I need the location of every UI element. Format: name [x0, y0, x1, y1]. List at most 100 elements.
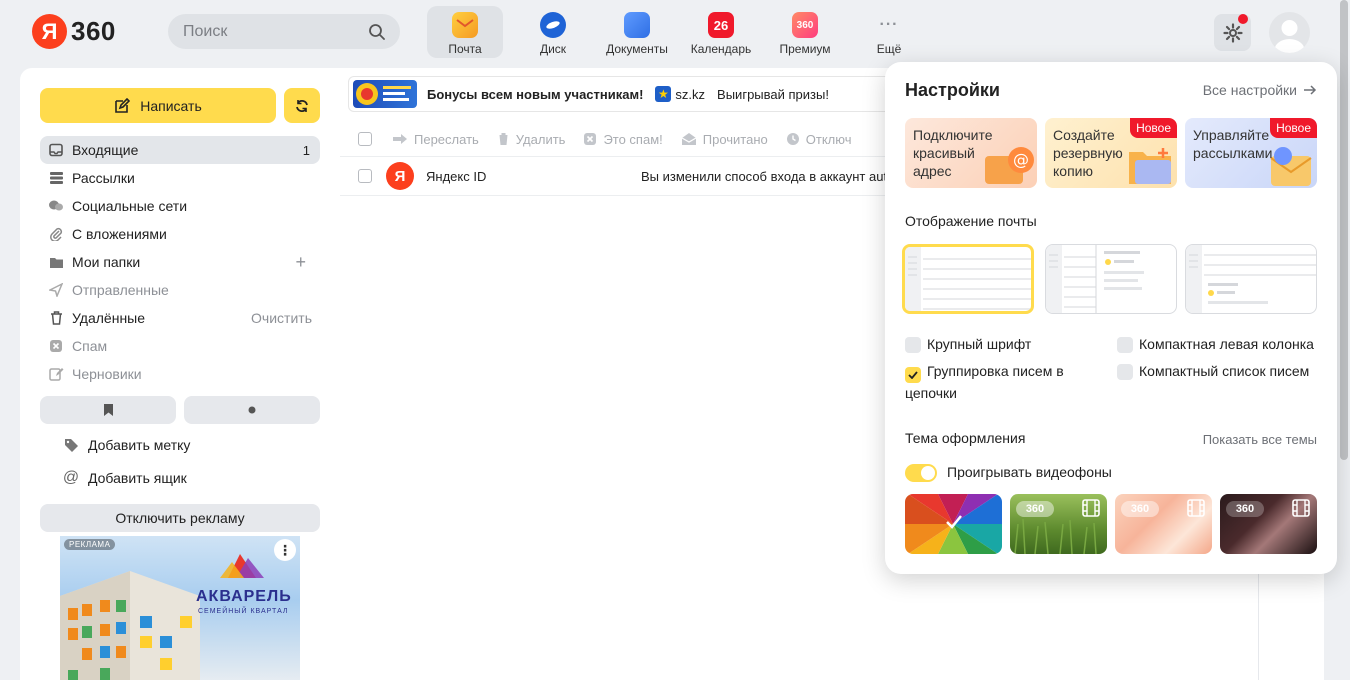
folder-label: Входящие — [72, 142, 139, 158]
display-section-title: Отображение почты — [905, 213, 1037, 229]
svg-text:@: @ — [1013, 150, 1029, 169]
message-checkbox[interactable] — [358, 169, 372, 183]
theme-section-title: Тема оформления — [905, 430, 1026, 446]
disable-button[interactable]: Отключ — [786, 132, 851, 147]
folder-drafts[interactable]: Черновики — [40, 360, 320, 388]
service-mail[interactable]: Почта — [427, 6, 503, 58]
theme-dark[interactable]: 360 — [1220, 494, 1317, 554]
tag-icon — [62, 438, 80, 453]
folder-newsletters[interactable]: Рассылки — [40, 164, 320, 192]
folder-icon — [48, 254, 64, 270]
layout-preview-preview — [1186, 245, 1316, 313]
theme-peach[interactable]: 360 — [1115, 494, 1212, 554]
film-icon — [1187, 499, 1205, 517]
add-mailbox-link[interactable]: @ Добавить ящик — [62, 469, 187, 487]
add-label-link[interactable]: Добавить метку — [62, 437, 190, 453]
refresh-button[interactable] — [284, 88, 320, 123]
scrollbar-thumb[interactable] — [1340, 0, 1348, 460]
services-bar: Почта Диск Документы 26 Календарь 360 Пр… — [427, 6, 931, 58]
add-folder-button[interactable]: + — [295, 252, 306, 273]
search-input[interactable]: Поиск — [168, 14, 400, 49]
layout-option-split[interactable] — [1045, 244, 1177, 314]
mark-read-label: Прочитано — [702, 131, 768, 147]
ad-banner[interactable]: РЕКЛАМА ⋮ АКВАРЕЛЬ СЕМЕЙНЫЙ КВАРТАЛ — [60, 536, 300, 680]
service-more[interactable]: ··· Ещё — [847, 6, 931, 58]
yandex-360-logo[interactable]: Я 360 — [32, 14, 116, 49]
option-label: Компактный список писем — [1139, 363, 1310, 379]
folder-attachments[interactable]: С вложениями — [40, 220, 320, 248]
show-all-themes-link[interactable]: Показать все темы — [1203, 432, 1317, 447]
folder-label: Отправленные — [72, 282, 169, 298]
delete-button[interactable]: Удалить — [497, 132, 565, 147]
large-font-checkbox[interactable] — [905, 337, 921, 353]
folder-my-folders[interactable]: Мои папки + — [40, 248, 320, 276]
video-backgrounds-toggle[interactable] — [905, 463, 937, 482]
header: Я 360 Поиск Почта Диск Документы 26 Кале… — [0, 0, 1350, 64]
all-settings-text: Все настройки — [1202, 82, 1297, 98]
mark-read-button[interactable]: Прочитано — [681, 132, 768, 147]
ad-subtitle: СЕМЕЙНЫЙ КВАРТАЛ — [198, 608, 289, 615]
compact-left-column-checkbox[interactable] — [1117, 337, 1133, 353]
add-label-text: Добавить метку — [88, 437, 191, 453]
option-label: Компактная левая колонка — [1139, 336, 1314, 352]
settings-button[interactable] — [1214, 14, 1251, 51]
pencil-icon — [115, 97, 131, 113]
ad-more-button[interactable]: ⋮ — [274, 539, 296, 561]
folder-inbox[interactable]: Входящие 1 — [40, 136, 320, 164]
option-video-backgrounds[interactable]: Проигрывать видеофоны — [905, 462, 1112, 483]
search-icon[interactable] — [368, 23, 386, 41]
folder-trash[interactable]: Удалённые Очистить — [40, 304, 320, 332]
avatar[interactable] — [1269, 12, 1310, 53]
promo-image — [353, 80, 417, 108]
promo-card-backup[interactable]: Создайте резервную копию Новое — [1045, 118, 1177, 188]
theme-grass[interactable]: 360 — [1010, 494, 1107, 554]
compose-button[interactable]: Написать — [40, 88, 276, 123]
layout-option-preview[interactable] — [1185, 244, 1317, 314]
service-label: Диск — [539, 42, 567, 56]
layout-option-list[interactable] — [902, 244, 1034, 314]
sent-icon — [48, 282, 64, 298]
ad-label: РЕКЛАМА — [64, 539, 116, 550]
folder-spam[interactable]: Спам — [40, 332, 320, 360]
service-label: Почта — [448, 42, 482, 56]
select-all-checkbox[interactable] — [358, 132, 372, 146]
threading-checkbox[interactable] — [905, 367, 921, 383]
unread-filter-button[interactable] — [184, 396, 320, 424]
promo-card-newsletters[interactable]: Управляйте рассылками Новое — [1185, 118, 1317, 188]
arrow-right-icon — [1304, 85, 1317, 95]
empty-trash-button[interactable]: Очистить — [251, 310, 312, 326]
promo-card-address[interactable]: Подключите красивый адрес @ — [905, 118, 1037, 188]
trash-icon — [48, 310, 64, 326]
option-compact-left-column[interactable]: Компактная левая колонка — [1117, 334, 1314, 355]
theme-colorful[interactable] — [905, 494, 1002, 554]
drafts-icon — [48, 366, 64, 382]
attachment-icon — [48, 226, 64, 242]
spam-label: Это спам! — [603, 131, 663, 147]
page-scrollbar[interactable] — [1338, 0, 1350, 680]
theme-360-logo: 360 — [1121, 501, 1159, 517]
service-disk[interactable]: Диск — [511, 6, 595, 58]
star-icon: ★ — [655, 86, 672, 102]
theme-360-logo: 360 — [1226, 501, 1264, 517]
service-label: Документы — [606, 42, 668, 56]
all-settings-link[interactable]: Все настройки — [1203, 82, 1317, 98]
spam-button[interactable]: Это спам! — [583, 131, 663, 147]
forward-button[interactable]: Переслать — [392, 132, 479, 147]
more-icon: ··· — [879, 16, 899, 33]
message-subject: Вы изменили способ входа в аккаунт aut — [641, 168, 888, 184]
folder-label: Социальные сети — [72, 198, 188, 214]
message-sender: Яндекс ID — [426, 168, 487, 184]
option-large-font[interactable]: Крупный шрифт — [905, 334, 1031, 355]
option-compact-list[interactable]: Компактный список писем — [1117, 361, 1309, 382]
disable-ads-button[interactable]: Отключить рекламу — [40, 504, 320, 532]
service-calendar[interactable]: 26 Календарь — [679, 6, 763, 58]
folder-sent[interactable]: Отправленные — [40, 276, 320, 304]
yandex-logo-icon: Я — [32, 14, 67, 49]
service-premium[interactable]: 360 Премиум — [763, 6, 847, 58]
service-documents[interactable]: Документы — [595, 6, 679, 58]
compact-list-checkbox[interactable] — [1117, 364, 1133, 380]
folder-social[interactable]: Социальные сети — [40, 192, 320, 220]
inbox-icon — [48, 142, 64, 158]
bookmarks-filter-button[interactable] — [40, 396, 176, 424]
option-threading[interactable]: Группировка писем в цепочки — [905, 361, 1105, 404]
